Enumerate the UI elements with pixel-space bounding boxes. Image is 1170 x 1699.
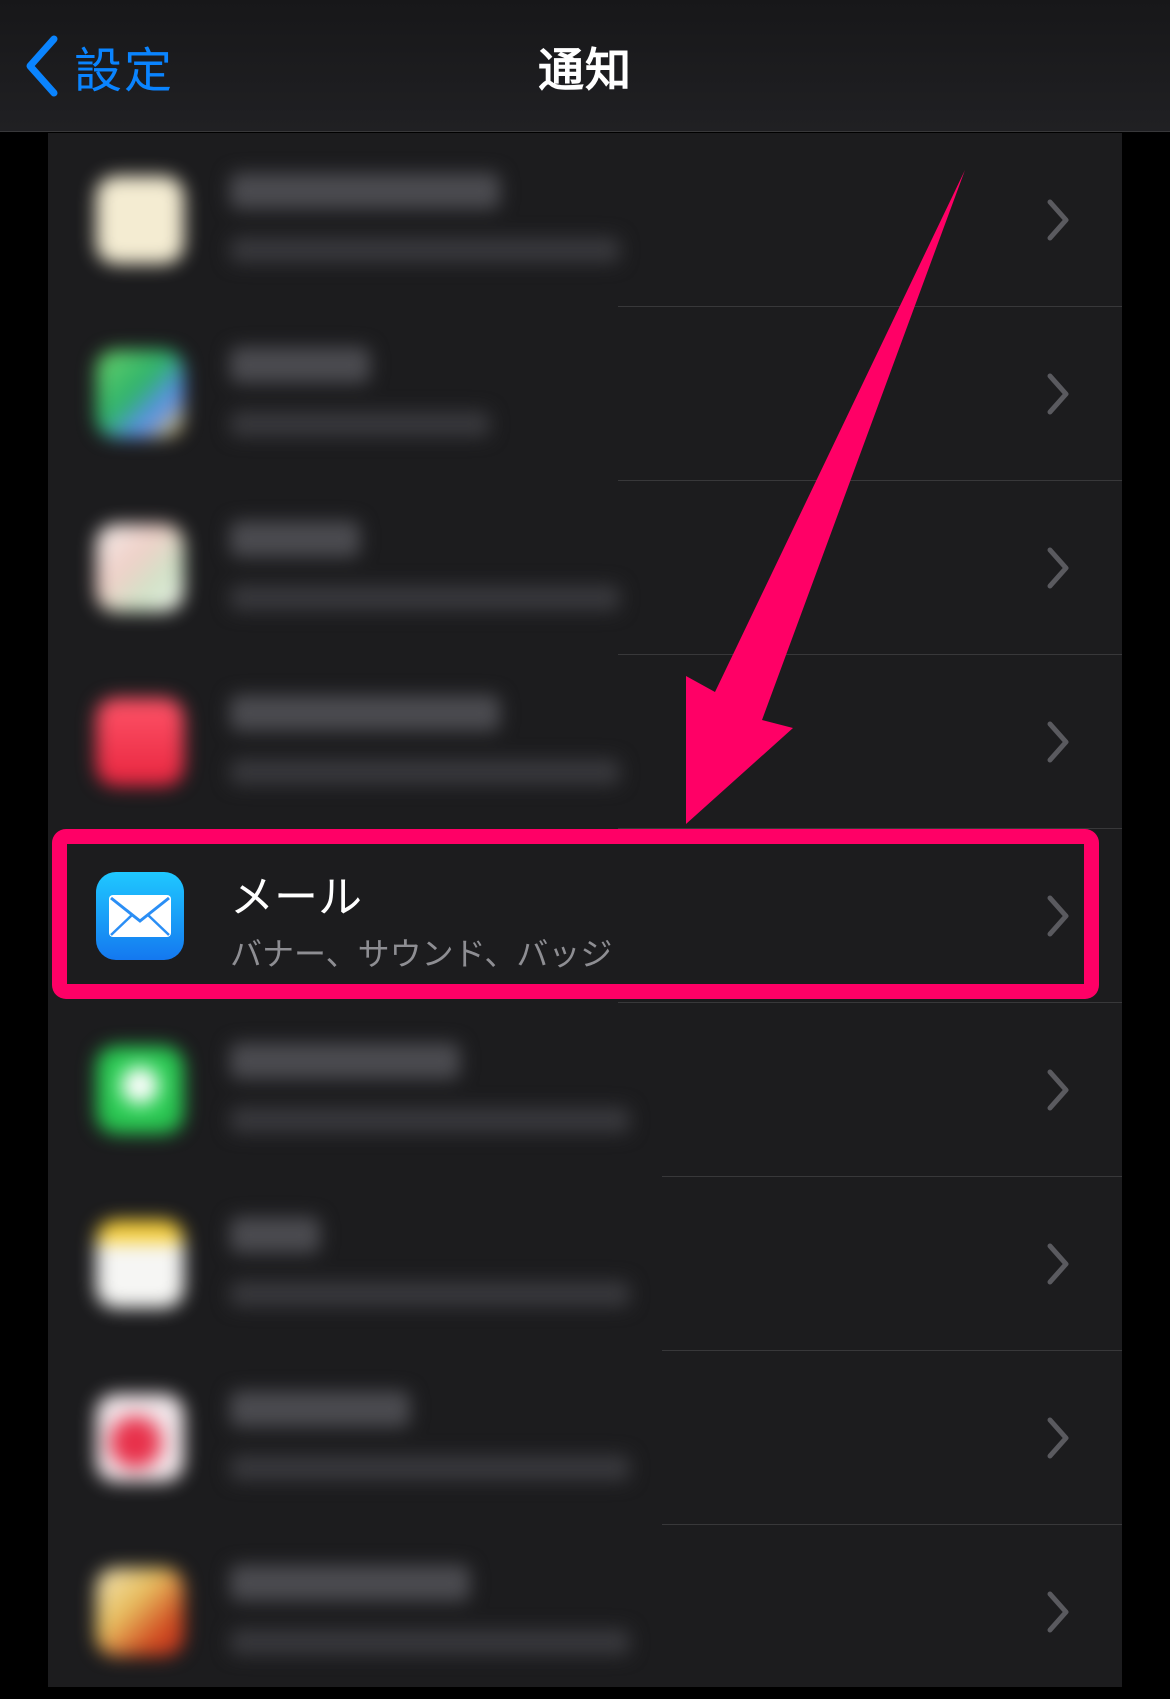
blur-placeholder — [230, 347, 370, 383]
list-item[interactable] — [48, 1003, 1122, 1177]
list-item-mail[interactable]: メール バナー、サウンド、バッジ — [48, 829, 1122, 1003]
chevron-right-icon — [1047, 1243, 1069, 1285]
list-item[interactable] — [48, 481, 1122, 655]
blur-placeholder — [230, 759, 620, 785]
maps-icon — [96, 350, 184, 438]
chevron-right-icon — [1047, 1417, 1069, 1459]
blur-placeholder — [230, 585, 620, 611]
chevron-right-icon — [1047, 1069, 1069, 1111]
blurred-app-icon — [96, 524, 184, 612]
blur-placeholder — [230, 1281, 630, 1307]
chevron-right-icon — [1047, 721, 1069, 763]
row-title: メール — [230, 872, 362, 923]
blurred-app-icon — [96, 1394, 184, 1482]
navigation-bar: 設定 通知 — [0, 0, 1170, 132]
blur-placeholder — [230, 521, 360, 557]
list-item[interactable] — [48, 133, 1122, 307]
blur-placeholder — [230, 237, 620, 263]
blur-placeholder — [230, 173, 500, 209]
list-item[interactable] — [48, 1351, 1122, 1525]
blurred-app-icon — [96, 176, 184, 264]
notes-icon — [96, 1220, 184, 1308]
chevron-right-icon — [1047, 1591, 1069, 1633]
row-subtitle: バナー、サウンド、バッジ — [230, 935, 613, 973]
chevron-right-icon — [1047, 199, 1069, 241]
page-title: 通知 — [538, 43, 632, 97]
list-item[interactable] — [48, 1177, 1122, 1351]
blur-placeholder — [230, 1043, 460, 1079]
chevron-right-icon — [1047, 373, 1069, 415]
blur-placeholder — [230, 411, 490, 437]
blur-placeholder — [230, 1455, 630, 1481]
list-item[interactable] — [48, 655, 1122, 829]
blur-placeholder — [230, 1629, 630, 1655]
blurred-app-icon — [96, 1568, 184, 1656]
list-item[interactable] — [48, 307, 1122, 481]
notification-app-list: メール バナー、サウンド、バッジ — [48, 133, 1122, 1687]
music-icon — [96, 698, 184, 786]
blur-placeholder — [230, 1565, 470, 1601]
list-item[interactable] — [48, 1525, 1122, 1699]
blur-placeholder — [230, 1391, 410, 1427]
envelope-icon — [109, 895, 171, 937]
blur-placeholder — [230, 695, 500, 731]
messages-icon — [96, 1046, 184, 1134]
chevron-right-icon — [1047, 895, 1069, 937]
chevron-right-icon — [1047, 547, 1069, 589]
blur-placeholder — [230, 1217, 320, 1253]
blur-placeholder — [230, 1107, 630, 1133]
mail-icon — [96, 872, 184, 960]
